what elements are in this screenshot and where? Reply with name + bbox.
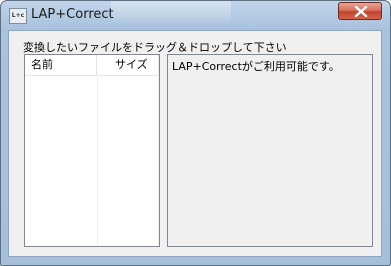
column-divider <box>97 75 98 246</box>
close-icon <box>354 6 368 17</box>
column-divider <box>158 75 159 246</box>
title-bar-glass-reflection <box>111 1 231 23</box>
app-icon: L+c <box>9 8 27 24</box>
client-area: 変換したいファイルをドラッグ＆ドロップして下さい 名前 サイズ LAP+Corr… <box>8 30 382 257</box>
close-button[interactable] <box>338 2 382 20</box>
status-message: LAP+Correctがご利用可能です。 <box>172 60 340 73</box>
file-list-body[interactable] <box>25 75 159 246</box>
title-bar[interactable]: L+c LAP+Correct <box>1 1 390 31</box>
app-window: L+c LAP+Correct 変換したいファイルをドラッグ＆ドロップして下さい… <box>0 0 391 266</box>
column-header-size[interactable]: サイズ <box>97 55 159 75</box>
window-title: LAP+Correct <box>31 7 114 22</box>
file-list[interactable]: 名前 サイズ <box>24 54 160 247</box>
column-header-name[interactable]: 名前 <box>25 55 97 75</box>
drop-instruction-label: 変換したいファイルをドラッグ＆ドロップして下さい <box>23 41 287 54</box>
file-list-header: 名前 サイズ <box>25 55 159 76</box>
status-message-box[interactable]: LAP+Correctがご利用可能です。 <box>167 54 373 247</box>
